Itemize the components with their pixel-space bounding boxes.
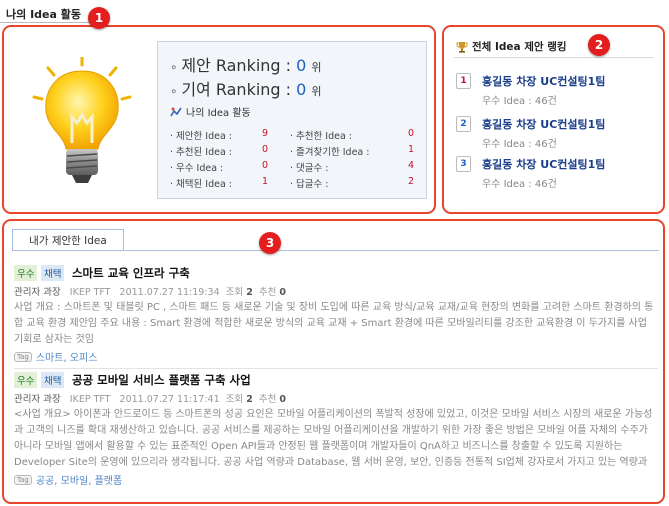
callout-badge-1: 1 [88, 7, 110, 29]
stat-comments: · 댓글수 :4 [290, 160, 415, 174]
proposal-item: 우수 채택 스마트 교육 인프라 구축 관리자 과장 IKEP TFT 2011… [14, 265, 658, 364]
excellent-badge: 우수 [14, 372, 38, 388]
trophy-icon [456, 41, 468, 53]
proposal-date: 2011.07.27 11:19:34 [119, 287, 220, 298]
contribution-ranking-unit: 위 [311, 85, 322, 98]
my-activity-panel: ∘ 제안 Ranking : 0 위 ∘ 기여 Ranking : 0 위 나의… [2, 25, 436, 214]
recommend-count: 0 [279, 394, 287, 405]
proposal-tag-links[interactable]: 공공, 모바일, 플랫폼 [36, 472, 122, 487]
proposal-ranking-unit: 위 [311, 61, 322, 74]
proposal-ranking-label: 제안 Ranking : [181, 56, 297, 75]
proposal-org: IKEP TFT [69, 287, 111, 298]
stat-i-recommended: · 추천한 Idea :0 [290, 128, 415, 142]
callout-badge-3: 3 [259, 232, 281, 254]
light-bulb-icon [32, 57, 132, 183]
activity-icon [170, 107, 182, 116]
ranking-person-name[interactable]: 홍길동 차장 UC컨설팅1팀 [482, 73, 605, 89]
proposal-org: IKEP TFT [69, 394, 111, 405]
stat-excellent: · 우수 Idea :0 [170, 160, 269, 174]
ranking-title: 전체 Idea 제안 랭킹 [456, 39, 567, 54]
ranking-person-name[interactable]: 홍길동 차장 UC컨설팅1팀 [482, 156, 605, 172]
rank-number: 3 [456, 156, 471, 172]
rank-number: 2 [456, 116, 471, 132]
recommend-count: 0 [279, 287, 287, 298]
contribution-ranking-value: 0 [296, 80, 307, 99]
proposal-ranking-value: 0 [296, 56, 307, 75]
contribution-ranking: ∘ 기여 Ranking : 0 위 [170, 80, 322, 99]
stat-adopted: · 채택된 Idea :1 [170, 176, 269, 190]
stat-recommended: · 추천된 Idea :0 [170, 144, 269, 158]
excellent-badge: 우수 [14, 265, 38, 281]
view-count: 2 [246, 394, 253, 405]
proposal-author: 관리자 과장 [14, 394, 61, 405]
tag-icon: Tag [14, 474, 32, 485]
proposal-body: <사업 개요> 아이폰과 안드로이드 등 스마트폰의 성공 요인은 모바일 어플… [14, 409, 653, 468]
adopted-badge: 채택 [40, 265, 65, 281]
rank-number: 1 [456, 73, 471, 89]
view-count: 2 [246, 287, 253, 298]
proposal-tags: Tag 공공, 모바일, 플랫폼 [14, 472, 658, 487]
ranking-count: 우수 Idea : 46건 [482, 96, 557, 107]
proposal-body: 사업 개요 : 스마트폰 및 태블릿 PC , 스마트 패드 등 새로운 기술 … [14, 302, 654, 345]
my-proposals-panel: 내가 제안한 Idea 우수 채택 스마트 교육 인프라 구축 관리자 과장 I… [2, 219, 665, 504]
contribution-ranking-label: 기여 Ranking : [181, 80, 297, 99]
callout-badge-2: 2 [588, 34, 610, 56]
activity-section-title: 나의 Idea 활동 [170, 104, 251, 119]
post-divider [14, 368, 658, 369]
proposal-tags: Tag 스마트, 오피스 [14, 349, 658, 364]
ranking-count: 우수 Idea : 46건 [482, 139, 557, 150]
ranking-divider [454, 57, 654, 58]
stat-favorited: · 즐겨찾기한 Idea :1 [290, 144, 415, 158]
proposal-tag-links[interactable]: 스마트, 오피스 [36, 349, 98, 364]
title-divider [0, 22, 90, 23]
proposal-ranking: ∘ 제안 Ranking : 0 위 [170, 56, 322, 75]
proposal-author: 관리자 과장 [14, 287, 61, 298]
tab-my-proposals[interactable]: 내가 제안한 Idea [12, 229, 124, 251]
proposal-item: 우수 채택 공공 모바일 서비스 플랫폼 구축 사업 관리자 과장 IKEP T… [14, 372, 658, 487]
ranking-person-name[interactable]: 홍길동 차장 UC컨설팅1팀 [482, 116, 605, 132]
proposal-meta: 관리자 과장 IKEP TFT 2011.07.27 11:17:41 조회 2… [14, 394, 287, 405]
stat-replies: · 답글수 :2 [290, 176, 415, 190]
idea-ranking-panel: 전체 Idea 제안 랭킹 1 홍길동 차장 UC컨설팅1팀 우수 Idea :… [442, 25, 665, 214]
proposal-title[interactable]: 공공 모바일 서비스 플랫폼 구축 사업 [72, 373, 251, 387]
activity-stats-box: ∘ 제안 Ranking : 0 위 ∘ 기여 Ranking : 0 위 나의… [157, 41, 427, 199]
adopted-badge: 채택 [40, 372, 65, 388]
proposal-meta: 관리자 과장 IKEP TFT 2011.07.27 11:19:34 조회 2… [14, 287, 287, 298]
ranking-count: 우수 Idea : 46건 [482, 179, 557, 190]
tag-icon: Tag [14, 351, 32, 362]
proposal-title[interactable]: 스마트 교육 인프라 구축 [72, 266, 190, 280]
proposal-date: 2011.07.27 11:17:41 [119, 394, 220, 405]
stat-proposed: · 제안한 Idea :9 [170, 128, 269, 142]
tab-divider [12, 250, 659, 251]
page-title: 나의 Idea 활동 [6, 8, 81, 21]
